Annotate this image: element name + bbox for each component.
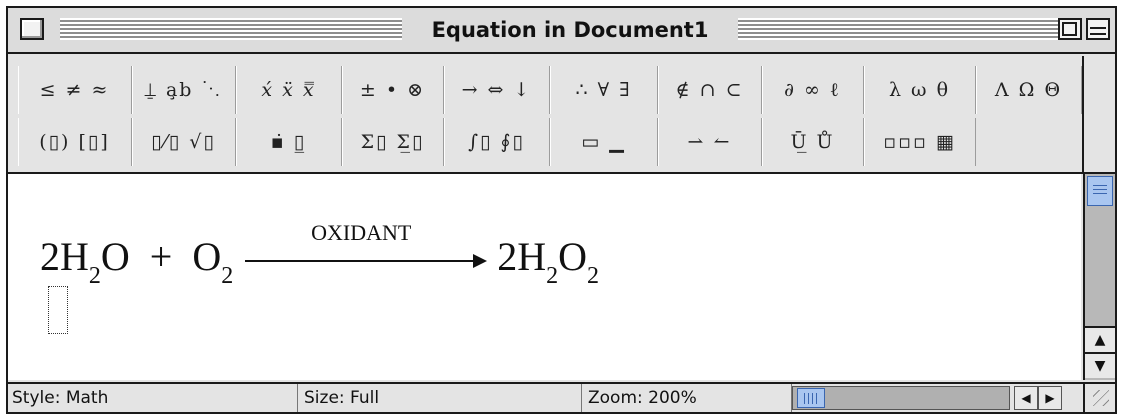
status-bar: Style: Math Size: Full Zoom: 200% ◀ ▶ xyxy=(8,382,1115,412)
labeled-arrow-templates-palette[interactable]: ⇀ ↼ xyxy=(658,118,762,166)
equation-line: 2H 2 O + O 2 OXIDANT 2H 2 O 2 xyxy=(40,190,599,289)
operator-symbols-palette[interactable]: ± • ⊗ xyxy=(342,66,444,114)
arrow-symbols-palette[interactable]: → ⇔ ↓ xyxy=(444,66,550,114)
embellishments-palette[interactable]: 𝑥́ 𝑥̈ 𝑥̿ xyxy=(236,66,342,114)
resize-grip-icon[interactable] xyxy=(1083,384,1115,412)
scroll-up-arrow-icon[interactable]: ▲ xyxy=(1085,326,1115,352)
close-box-button[interactable] xyxy=(20,18,44,40)
greek-lowercase-palette[interactable]: λ ω θ xyxy=(864,66,976,114)
style-popup[interactable]: Style: Math xyxy=(8,384,298,412)
title-bar-stripes-left xyxy=(60,18,402,40)
collapse-box-button[interactable] xyxy=(1086,18,1110,40)
equation-edit-area[interactable]: 2H 2 O + O 2 OXIDANT 2H 2 O 2 xyxy=(8,174,1081,380)
window-title: Equation in Document1 xyxy=(402,14,738,46)
zoom-popup[interactable]: Zoom: 200% xyxy=(584,384,792,412)
palette-scroll-gap xyxy=(1082,56,1115,172)
miscellaneous-symbols-palette[interactable]: ∂ ∞ ℓ xyxy=(762,66,864,114)
spaces-ellipses-palette[interactable]: ⍊ a̧b ⋱ xyxy=(132,66,236,114)
greek-uppercase-palette[interactable]: Λ Ω Θ xyxy=(976,66,1082,114)
reactant-oxygen-o: O xyxy=(192,234,222,279)
horizontal-scrollbar[interactable] xyxy=(792,386,1010,410)
fence-templates-palette[interactable]: (▯) [▯] xyxy=(18,118,132,166)
scroll-right-arrow-icon[interactable]: ▶ xyxy=(1038,386,1062,410)
title-bar[interactable]: Equation in Document1 xyxy=(8,8,1115,54)
product-peroxide-subscript-2: 2 xyxy=(587,263,600,289)
reactant-water-subscript: 2 xyxy=(88,263,101,289)
logical-symbols-palette[interactable]: ∴ ∀ ∃ xyxy=(550,66,658,114)
subscript-superscript-templates-palette[interactable]: ▪̇ ▯̲ xyxy=(236,118,342,166)
reactant-water-o: O xyxy=(100,234,130,279)
labeled-reaction-arrow: OXIDANT xyxy=(241,220,493,280)
title-bar-stripes-right xyxy=(738,18,1058,40)
products-set-theory-templates-palette[interactable]: Ū̲ Ů xyxy=(762,118,864,166)
horizontal-scroll-thumb[interactable] xyxy=(797,388,825,408)
arrow-label: OXIDANT xyxy=(311,220,412,245)
product-peroxide-subscript-1: 2 xyxy=(546,263,559,289)
equation-editor-window: Equation in Document1 ≤ ≠ ≈ ⍊ a̧b ⋱ 𝑥́ 𝑥… xyxy=(6,6,1117,414)
template-palette-row: (▯) [▯] ▯⁄▯ √▯ ▪̇ ▯̲ Σ▯ Σ̲▯ ∫▯ ∮▯ ▭ ▁ ⇀ … xyxy=(18,118,976,168)
plus-operator: + xyxy=(149,234,173,279)
symbol-template-palette: ≤ ≠ ≈ ⍊ a̧b ⋱ 𝑥́ 𝑥̈ 𝑥̿ ± • ⊗ → ⇔ ↓ ∴ ∀ ∃… xyxy=(8,56,1115,174)
relational-symbols-palette[interactable]: ≤ ≠ ≈ xyxy=(18,66,132,114)
vertical-scrollbar[interactable]: ▲ ▼ xyxy=(1083,174,1115,380)
product-peroxide-h: 2H xyxy=(497,234,547,279)
scroll-down-arrow-icon[interactable]: ▼ xyxy=(1085,352,1115,378)
zoom-box-button[interactable] xyxy=(1058,18,1082,40)
size-popup[interactable]: Size: Full xyxy=(300,384,582,412)
scroll-left-arrow-icon[interactable]: ◀ xyxy=(1014,386,1038,410)
reactant-oxygen-subscript: 2 xyxy=(221,263,234,289)
arrow-shaft xyxy=(245,260,478,262)
matrix-templates-palette[interactable]: ▫▫▫ ▦ xyxy=(864,118,976,166)
set-theory-symbols-palette[interactable]: ∉ ∩ ⊂ xyxy=(658,66,762,114)
fraction-radical-templates-palette[interactable]: ▯⁄▯ √▯ xyxy=(132,118,236,166)
symbol-palette-row: ≤ ≠ ≈ ⍊ a̧b ⋱ 𝑥́ 𝑥̈ 𝑥̿ ± • ⊗ → ⇔ ↓ ∴ ∀ ∃… xyxy=(18,66,1082,116)
reactant-water-h: 2H xyxy=(40,234,89,279)
arrow-head-icon xyxy=(473,254,488,268)
underbar-overbar-templates-palette[interactable]: ▭ ▁ xyxy=(550,118,658,166)
product-peroxide-o: O xyxy=(558,234,588,279)
summation-templates-palette[interactable]: Σ▯ Σ̲▯ xyxy=(342,118,444,166)
empty-input-slot[interactable] xyxy=(48,286,68,334)
vertical-scroll-thumb[interactable] xyxy=(1087,176,1113,206)
integral-templates-palette[interactable]: ∫▯ ∮▯ xyxy=(444,118,550,166)
